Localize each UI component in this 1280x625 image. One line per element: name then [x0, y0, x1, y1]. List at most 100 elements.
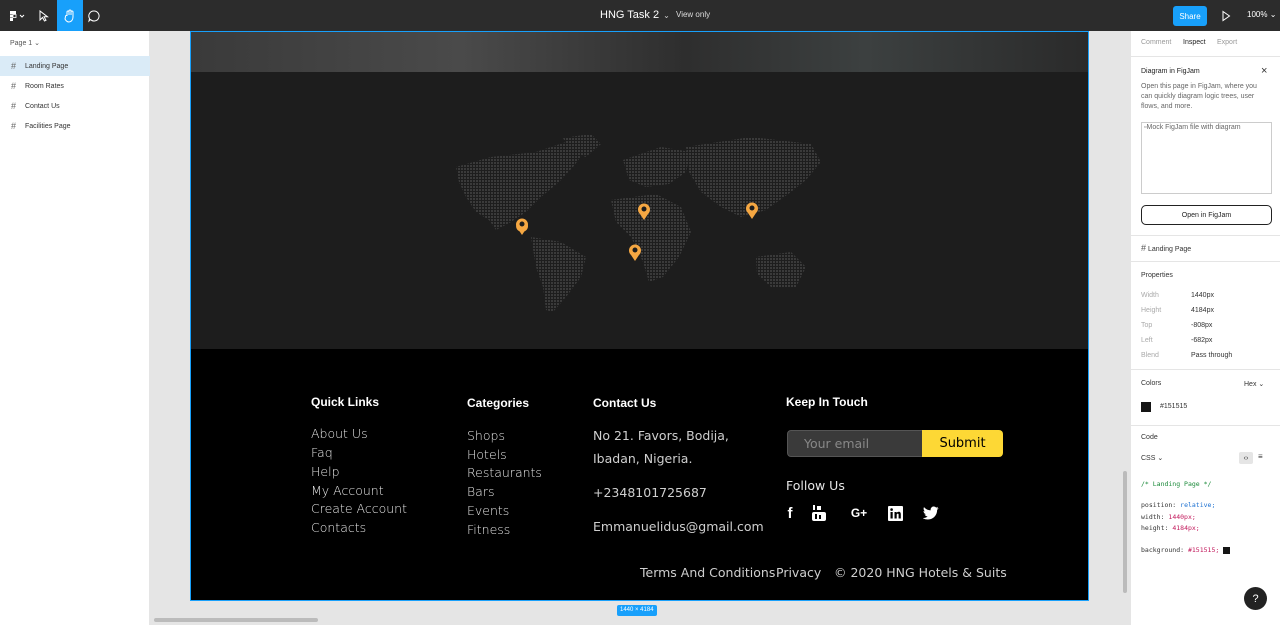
- frame-size-badge: 1440 × 4184: [617, 605, 657, 616]
- code-language-label: CSS: [1141, 455, 1156, 462]
- main-menu-button[interactable]: [4, 0, 30, 31]
- prop-value-width[interactable]: 1440px: [1191, 292, 1214, 299]
- quick-links-heading: Quick Links: [311, 395, 380, 409]
- css-property: height:: [1141, 524, 1169, 532]
- layers-panel: Page 1 ⌄ # Landing Page # Room Rates # Cont…: [0, 31, 150, 625]
- comment-tool-button[interactable]: [81, 0, 107, 31]
- horizontal-scrollbar[interactable]: [154, 618, 318, 622]
- landing-page-frame[interactable]: Quick Links About Us Faq Help My Account…: [190, 31, 1089, 601]
- color-format-dropdown[interactable]: Hex ⌄: [1244, 380, 1264, 388]
- world-map-image: [456, 134, 821, 312]
- youtube-glyph: [812, 505, 826, 521]
- footer-link-help[interactable]: Help: [311, 464, 340, 479]
- category-link-shops[interactable]: Shops: [467, 428, 505, 443]
- help-button[interactable]: ?: [1244, 587, 1267, 610]
- inspect-panel: Comment Inspect Export Diagram in FigJam…: [1123, 31, 1280, 625]
- properties-heading: Properties: [1141, 272, 1173, 279]
- layer-facilities-page[interactable]: # Facilities Page: [0, 116, 150, 136]
- prop-value-left[interactable]: -682px: [1191, 337, 1212, 344]
- layer-landing-page[interactable]: # Landing Page: [0, 56, 150, 76]
- privacy-link[interactable]: Privacy: [776, 565, 821, 580]
- category-link-fitness[interactable]: Fitness: [467, 522, 510, 537]
- tab-inspect[interactable]: Inspect: [1183, 39, 1206, 46]
- layer-contact-us[interactable]: # Contact Us: [0, 96, 150, 116]
- layer-label: Landing Page: [25, 62, 69, 70]
- footer-link-about[interactable]: About Us: [311, 426, 368, 441]
- figjam-preview-image: ▫Mock FigJam file with diagram: [1141, 122, 1272, 194]
- code-view-icon[interactable]: ‹›: [1239, 452, 1253, 464]
- open-in-figjam-button[interactable]: Open in FigJam: [1141, 205, 1272, 225]
- chevron-down-icon: ⌄: [1157, 455, 1164, 462]
- contact-phone: +2348101725687: [593, 485, 707, 500]
- colors-heading: Colors: [1141, 380, 1162, 387]
- file-title[interactable]: HNG Task 2 ⌄: [600, 9, 670, 21]
- footer-link-create-account[interactable]: Create Account: [311, 501, 407, 516]
- world-map-section: [191, 72, 1088, 349]
- location-pin-icon: [516, 218, 529, 235]
- layer-room-rates[interactable]: # Room Rates: [0, 76, 150, 96]
- close-icon[interactable]: ×: [1261, 65, 1267, 77]
- frame-icon: #: [11, 101, 17, 111]
- category-link-bars[interactable]: Bars: [467, 484, 495, 499]
- newsletter-email-input[interactable]: Your email: [787, 430, 923, 457]
- category-link-hotels[interactable]: Hotels: [467, 447, 507, 462]
- contact-address-line1: No 21. Favors, Bodija,: [593, 428, 729, 443]
- vertical-scrollbar[interactable]: [1123, 471, 1127, 593]
- prop-key-height: Height: [1141, 307, 1162, 314]
- move-tool-button[interactable]: [31, 0, 57, 31]
- figjam-description-line: flows, and more.: [1141, 103, 1193, 110]
- hand-tool-button[interactable]: [57, 0, 83, 31]
- code-line-position: position: relative;: [1141, 501, 1215, 509]
- share-button[interactable]: Share: [1173, 6, 1207, 26]
- footer-link-faq[interactable]: Faq: [311, 445, 333, 460]
- divider: [1131, 369, 1280, 370]
- category-link-restaurants[interactable]: Restaurants: [467, 465, 542, 480]
- code-line-width: width: 1440px;: [1141, 513, 1196, 521]
- prop-value-blend[interactable]: Pass through: [1191, 352, 1232, 359]
- tab-export[interactable]: Export: [1217, 39, 1237, 46]
- footer-link-my-account[interactable]: My Account: [311, 483, 384, 498]
- selection-name-text: Landing Page: [1147, 246, 1192, 253]
- prop-value-height[interactable]: 4184px: [1191, 307, 1214, 314]
- present-button[interactable]: [1221, 9, 1231, 27]
- color-format-label: Hex: [1244, 381, 1257, 388]
- zoom-level: 100%: [1247, 10, 1268, 19]
- code-heading: Code: [1141, 434, 1158, 441]
- terms-link[interactable]: Terms And Conditions: [640, 565, 775, 580]
- youtube-icon[interactable]: [810, 504, 828, 522]
- prop-value-top[interactable]: -808px: [1191, 322, 1212, 329]
- twitter-icon[interactable]: [922, 504, 940, 522]
- facebook-icon[interactable]: f: [781, 504, 799, 522]
- divider: [1131, 261, 1280, 262]
- linkedin-icon[interactable]: [886, 504, 904, 522]
- footer-link-contacts[interactable]: Contacts: [311, 520, 366, 535]
- color-swatch[interactable]: [1141, 402, 1151, 412]
- view-mode-label: View only: [676, 10, 711, 19]
- contact-address-line2: Ibadan, Nigeria.: [593, 451, 693, 466]
- cursor-arrow-icon: [39, 9, 49, 22]
- twitter-glyph: [923, 506, 939, 520]
- divider: [1131, 56, 1280, 57]
- list-view-icon[interactable]: ≡: [1258, 452, 1263, 461]
- design-canvas[interactable]: Quick Links About Us Faq Help My Account…: [150, 31, 1130, 625]
- code-language-dropdown[interactable]: CSS ⌄: [1141, 454, 1163, 462]
- site-footer: Quick Links About Us Faq Help My Account…: [191, 349, 1088, 600]
- categories-heading: Categories: [467, 396, 530, 410]
- copyright-text: © 2020 HNG Hotels & Suits: [834, 565, 1007, 580]
- figjam-description: Open this page in FigJam, where you can …: [1141, 82, 1275, 112]
- location-pin-icon: [629, 244, 641, 261]
- code-comment: /* Landing Page */: [1141, 480, 1212, 488]
- play-icon: [1222, 10, 1231, 22]
- comment-bubble-icon: [88, 9, 100, 23]
- tab-comment[interactable]: Comment: [1141, 39, 1171, 46]
- color-hex-value[interactable]: #151515: [1160, 403, 1187, 410]
- divider: [1131, 235, 1280, 236]
- page-selector[interactable]: Page 1 ⌄: [10, 39, 40, 47]
- zoom-dropdown[interactable]: 100% ⌄: [1247, 10, 1276, 19]
- category-link-events[interactable]: Events: [467, 503, 509, 518]
- keep-in-touch-heading: Keep In Touch: [786, 395, 868, 409]
- newsletter-submit-button[interactable]: Submit: [922, 430, 1003, 457]
- file-title-text: HNG Task 2: [600, 9, 660, 21]
- toolbar: HNG Task 2 ⌄ View only Share 100% ⌄: [0, 0, 1280, 31]
- google-plus-icon[interactable]: G+: [848, 504, 870, 522]
